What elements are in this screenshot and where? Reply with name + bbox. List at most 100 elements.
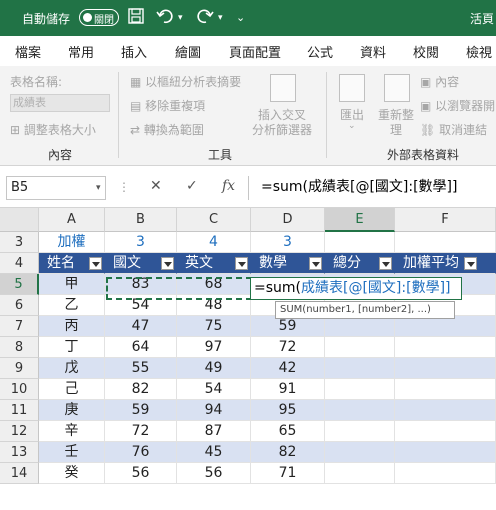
- table-cell-c[interactable]: 75: [177, 316, 251, 337]
- table-header-cell[interactable]: 國文: [105, 253, 177, 274]
- table-cell-f[interactable]: [395, 442, 496, 463]
- remove-duplicates-button[interactable]: ▤ 移除重複項: [130, 97, 205, 114]
- table-cell-d[interactable]: 91: [251, 379, 325, 400]
- cell[interactable]: [325, 232, 395, 253]
- table-cell-e[interactable]: [325, 421, 395, 442]
- table-cell-e[interactable]: [325, 442, 395, 463]
- table-cell-e[interactable]: [325, 337, 395, 358]
- table-cell-d[interactable]: 72: [251, 337, 325, 358]
- table-cell-c[interactable]: 87: [177, 421, 251, 442]
- table-cell-f[interactable]: [395, 316, 496, 337]
- row-header-4[interactable]: 4: [0, 253, 39, 274]
- tab-review[interactable]: 校閱: [413, 42, 439, 61]
- table-cell-b[interactable]: 59: [105, 400, 177, 421]
- insert-function-icon[interactable]: fx: [222, 178, 235, 194]
- table-header-cell[interactable]: 姓名: [39, 253, 105, 274]
- table-cell-d[interactable]: 42: [251, 358, 325, 379]
- table-cell-b[interactable]: 55: [105, 358, 177, 379]
- formula-input[interactable]: =sum(成績表[@[國文]:[數學]]: [248, 176, 496, 200]
- tab-page-layout[interactable]: 頁面配置: [229, 42, 281, 61]
- table-header-cell[interactable]: 總分: [325, 253, 395, 274]
- open-browser-button[interactable]: ▣ 以瀏覽器開: [420, 97, 495, 114]
- table-cell-e[interactable]: [325, 358, 395, 379]
- table-cell-f[interactable]: [395, 358, 496, 379]
- table-name-input[interactable]: 成績表: [10, 94, 110, 112]
- table-cell-c[interactable]: 54: [177, 379, 251, 400]
- row-header-3[interactable]: 3: [0, 232, 39, 253]
- filter-dropdown-icon[interactable]: [309, 257, 322, 270]
- table-cell-name[interactable]: 辛: [39, 421, 105, 442]
- undo-icon[interactable]: [156, 8, 174, 28]
- weight-d-cell[interactable]: 3: [251, 232, 325, 253]
- refresh-line2[interactable]: 理: [390, 121, 402, 138]
- table-cell-f[interactable]: [395, 400, 496, 421]
- filter-dropdown-icon[interactable]: [89, 257, 102, 270]
- table-header-cell[interactable]: 數學: [251, 253, 325, 274]
- weight-b-cell[interactable]: 3: [105, 232, 177, 253]
- table-cell-name[interactable]: 壬: [39, 442, 105, 463]
- table-cell-e[interactable]: [325, 463, 395, 484]
- resize-table-button[interactable]: ⊞ 調整表格大小: [10, 121, 96, 138]
- table-cell-d[interactable]: 65: [251, 421, 325, 442]
- row-header-6[interactable]: 6: [0, 295, 39, 316]
- tab-data[interactable]: 資料: [360, 42, 386, 61]
- table-cell-d[interactable]: 71: [251, 463, 325, 484]
- save-icon[interactable]: [128, 8, 144, 28]
- table-cell-b[interactable]: 47: [105, 316, 177, 337]
- column-header-e[interactable]: E: [325, 208, 395, 232]
- properties-button[interactable]: ▣ 內容: [420, 73, 459, 90]
- undo-dropdown-icon[interactable]: ▾: [178, 13, 183, 23]
- pivot-summary-button[interactable]: ▦ 以樞紐分析表摘要: [130, 73, 241, 90]
- weight-c-cell[interactable]: 4: [177, 232, 251, 253]
- select-all-corner[interactable]: [0, 208, 39, 232]
- row-header-12[interactable]: 12: [0, 421, 39, 442]
- enter-icon[interactable]: ✓: [186, 178, 198, 194]
- customize-toolbar-icon[interactable]: ⌄: [236, 11, 245, 24]
- table-cell-d[interactable]: 95: [251, 400, 325, 421]
- tab-home[interactable]: 常用: [68, 42, 94, 61]
- table-cell-name[interactable]: 乙: [39, 295, 105, 316]
- table-cell-f[interactable]: [395, 421, 496, 442]
- convert-range-button[interactable]: ⇄ 轉換為範圍: [130, 121, 204, 138]
- row-header-8[interactable]: 8: [0, 337, 39, 358]
- redo-icon[interactable]: [196, 8, 214, 28]
- table-cell-name[interactable]: 丙: [39, 316, 105, 337]
- table-cell-name[interactable]: 癸: [39, 463, 105, 484]
- table-cell-c[interactable]: 94: [177, 400, 251, 421]
- table-cell-d[interactable]: 82: [251, 442, 325, 463]
- table-cell-name[interactable]: 庚: [39, 400, 105, 421]
- tab-file[interactable]: 檔案: [15, 42, 41, 61]
- row-header-11[interactable]: 11: [0, 400, 39, 421]
- table-cell-c[interactable]: 49: [177, 358, 251, 379]
- table-cell-b[interactable]: 82: [105, 379, 177, 400]
- table-cell-f[interactable]: [395, 463, 496, 484]
- tab-view[interactable]: 檢視: [466, 42, 492, 61]
- table-cell-d[interactable]: 59: [251, 316, 325, 337]
- table-cell-b[interactable]: 72: [105, 421, 177, 442]
- filter-dropdown-icon[interactable]: [379, 257, 392, 270]
- table-header-cell[interactable]: 英文: [177, 253, 251, 274]
- filter-dropdown-icon[interactable]: [464, 257, 477, 270]
- row-header-10[interactable]: 10: [0, 379, 39, 400]
- row-header-5[interactable]: 5: [0, 274, 39, 295]
- column-header-a[interactable]: A: [39, 208, 105, 232]
- row-header-13[interactable]: 13: [0, 442, 39, 463]
- tab-draw[interactable]: 繪圖: [175, 42, 201, 61]
- redo-dropdown-icon[interactable]: ▾: [218, 13, 223, 23]
- autosave-toggle[interactable]: 關閉: [79, 9, 119, 26]
- insert-slicer-line2[interactable]: 分析篩選器: [252, 121, 312, 138]
- cell[interactable]: [395, 232, 496, 253]
- filter-dropdown-icon[interactable]: [235, 257, 248, 270]
- cancel-icon[interactable]: ✕: [150, 178, 162, 194]
- filter-dropdown-icon[interactable]: [161, 257, 174, 270]
- table-cell-name[interactable]: 戊: [39, 358, 105, 379]
- table-cell-e[interactable]: [325, 316, 395, 337]
- tab-formulas[interactable]: 公式: [307, 42, 333, 61]
- row-header-14[interactable]: 14: [0, 463, 39, 484]
- column-header-d[interactable]: D: [251, 208, 325, 232]
- weight-label-cell[interactable]: 加權: [39, 232, 105, 253]
- table-cell-name[interactable]: 丁: [39, 337, 105, 358]
- table-cell-name[interactable]: 甲: [39, 274, 105, 295]
- table-cell-e[interactable]: [325, 400, 395, 421]
- column-header-c[interactable]: C: [177, 208, 251, 232]
